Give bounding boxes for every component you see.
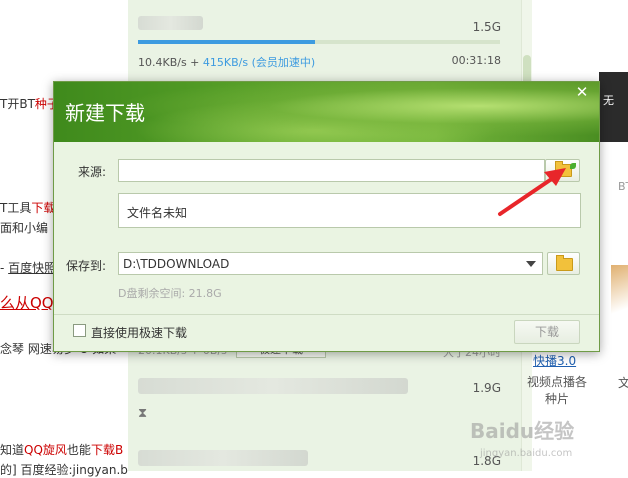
- kuaibo-link[interactable]: 快播3.0: [533, 352, 576, 369]
- article-line-4[interactable]: - 百度快照: [0, 259, 56, 276]
- hourglass-icon: ⧗: [138, 406, 148, 421]
- progress-bar: [138, 40, 500, 44]
- source-input[interactable]: [118, 159, 545, 182]
- decorative-image: [611, 265, 628, 340]
- kuaibo-description: 视频点播各种片: [526, 375, 587, 406]
- article-line-7: 知道QQ旋风也能下载B: [0, 443, 124, 457]
- article-line-8: 的] 百度经验:jingyan.b: [0, 463, 128, 477]
- filename-field[interactable]: 文件名未知: [118, 193, 581, 228]
- blurred-filename: [138, 378, 408, 394]
- turbo-download-label[interactable]: 直接使用极速下载: [91, 324, 187, 341]
- save-path-select[interactable]: D:\TDDOWNLOAD: [118, 252, 543, 275]
- task-size: 1.5G: [472, 20, 501, 34]
- new-download-dialog: 新建下载 ✕ 来源: 文件名未知 保存到: D:\TDDOWNLOAD D盘剩余…: [53, 81, 600, 352]
- bt-label: BT: [618, 180, 628, 193]
- task-speed: 10.4KB/s + 415KB/s (会员加速中): [138, 56, 316, 69]
- article-line-3: 面和小编: [0, 221, 49, 235]
- blurred-filename: [138, 450, 308, 466]
- close-icon[interactable]: ✕: [573, 84, 591, 100]
- progress-fill: [138, 40, 316, 44]
- save-to-label: 保存到:: [65, 259, 106, 273]
- free-space-text: D盘剩余空间: 21.8G: [118, 287, 222, 300]
- browse-folder-button[interactable]: [547, 252, 580, 275]
- folder-icon: [556, 255, 573, 271]
- article-line-1: T开BT种子: [0, 97, 59, 111]
- watermark-url: jingyan.baidu.com: [480, 448, 573, 459]
- turbo-download-checkbox[interactable]: [73, 324, 86, 337]
- dialog-title: 新建下载: [65, 101, 145, 125]
- save-path-value: D:\TDDOWNLOAD: [123, 257, 230, 271]
- blurred-filename: [138, 16, 203, 30]
- task-size: 1.9G: [472, 381, 501, 395]
- divider: [54, 314, 599, 315]
- article-line-2: T工具下载: [0, 201, 56, 215]
- folder-icon: [555, 161, 576, 177]
- watermark-logo: Baidu经验: [470, 419, 575, 443]
- time-remaining: 00:31:18: [451, 54, 501, 67]
- browse-source-button[interactable]: [545, 159, 580, 182]
- download-button[interactable]: 下载: [514, 320, 580, 344]
- side-text: 文: [618, 376, 628, 390]
- chevron-down-icon[interactable]: [526, 261, 536, 267]
- dialog-header[interactable]: 新建下载 ✕: [54, 82, 599, 142]
- article-title-link[interactable]: 么从QQ: [0, 292, 54, 313]
- source-label: 来源:: [77, 165, 106, 179]
- side-banner[interactable]: 无: [599, 72, 628, 142]
